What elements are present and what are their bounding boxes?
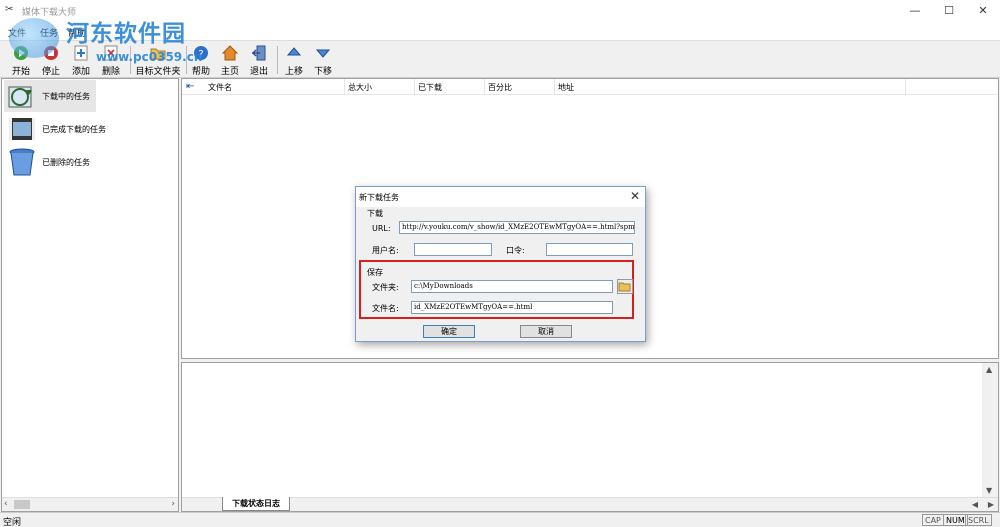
url-label: URL: xyxy=(372,224,391,233)
delete-label: 删除 xyxy=(101,67,120,77)
minimize-button[interactable]: — xyxy=(898,0,932,21)
up-arrow-icon xyxy=(286,47,302,56)
log-vertical-scrollbar[interactable]: ▲ ▼ xyxy=(982,363,998,497)
new-download-dialog: 新下载任务 ✕ 下载 URL: http://v.youku.com/v_sho… xyxy=(355,186,646,342)
url-field[interactable]: http://v.youku.com/v_show/id_XMzE2OTEwMT… xyxy=(399,221,635,234)
start-label: 开始 xyxy=(11,67,30,77)
column-separator[interactable] xyxy=(905,79,906,94)
downloading-icon xyxy=(8,86,32,108)
window-controls: — ☐ ✕ xyxy=(898,0,1000,21)
sidebar-horizontal-scrollbar[interactable]: ‹ › xyxy=(2,497,178,511)
stop-label: 停止 xyxy=(41,67,60,77)
watermark-url: www.pc0359.cn xyxy=(96,50,203,64)
move-down-label: 下移 xyxy=(313,67,332,77)
scroll-down-icon[interactable]: ▼ xyxy=(986,486,992,495)
download-group-label: 下载 xyxy=(367,209,383,218)
add-label: 添加 xyxy=(71,67,90,77)
scroll-left-icon[interactable]: ‹ xyxy=(4,499,8,509)
sidebar-item-downloading[interactable]: 下载中的任务 xyxy=(4,80,96,112)
exit-label: 退出 xyxy=(249,67,268,77)
save-group-label: 保存 xyxy=(367,268,383,277)
add-button[interactable]: 添加 xyxy=(68,44,94,77)
scroll-up-icon[interactable]: ▲ xyxy=(986,365,992,374)
home-button[interactable]: 主页 xyxy=(218,44,242,77)
log-horizontal-scrollbar[interactable]: ◀ ▶ xyxy=(182,497,998,511)
folder-field[interactable]: c:\MyDownloads xyxy=(411,280,613,293)
down-arrow-icon xyxy=(315,49,331,58)
list-header: ⇤ 文件名 总大小 已下载 百分比 地址 xyxy=(182,79,998,95)
filename-field[interactable]: id_XMzE2OTEwMTgyOA==.html xyxy=(411,301,613,314)
scroll-right-icon[interactable]: › xyxy=(171,499,175,509)
dialog-close-button[interactable]: ✕ xyxy=(630,189,640,203)
dialog-title: 新下载任务 xyxy=(359,193,399,202)
folder-label: 文件夹: xyxy=(372,283,399,292)
app-icon: ✂ xyxy=(5,4,14,15)
move-down-button[interactable]: 下移 xyxy=(311,44,335,77)
dialog-title-bar: 新下载任务 ✕ xyxy=(356,187,645,207)
browse-folder-button[interactable] xyxy=(617,279,633,294)
column-separator[interactable] xyxy=(414,79,415,94)
exit-button[interactable]: 退出 xyxy=(247,44,271,77)
move-up-button[interactable]: 上移 xyxy=(282,44,306,77)
close-button[interactable]: ✕ xyxy=(966,0,1000,21)
toolbar-separator xyxy=(277,46,278,74)
column-address[interactable]: 地址 xyxy=(558,82,574,93)
sidebar-item-deleted[interactable]: 已删除的任务 xyxy=(4,146,96,178)
home-label: 主页 xyxy=(220,67,239,77)
watermark-text: 河东软件园 xyxy=(66,21,186,47)
scroll-lock-indicator: SCRL xyxy=(965,514,992,526)
film-icon xyxy=(9,118,35,140)
username-field[interactable] xyxy=(414,243,492,256)
home-icon xyxy=(221,45,239,61)
help-label: 帮助 xyxy=(191,67,210,77)
task-category-pane: 下载中的任务 已完成下载的任务 已删除的任务 ‹ › xyxy=(1,78,179,512)
target-folder-label: 目标文件夹 xyxy=(135,67,181,77)
sidebar-item-label: 下载中的任务 xyxy=(42,92,90,101)
tab-download-log[interactable]: 下载状态日志 xyxy=(222,497,290,511)
move-up-label: 上移 xyxy=(284,67,303,77)
caps-indicator: CAP xyxy=(922,514,944,526)
scroll-left-icon[interactable]: ◀ xyxy=(972,500,978,509)
sidebar-item-completed[interactable]: 已完成下载的任务 xyxy=(4,113,106,145)
trash-icon xyxy=(9,148,35,176)
sidebar-item-label: 已删除的任务 xyxy=(42,158,90,167)
sidebar-item-label: 已完成下载的任务 xyxy=(42,125,106,134)
column-separator[interactable] xyxy=(484,79,485,94)
column-separator[interactable] xyxy=(344,79,345,94)
status-bar: 空闲 CAP NUM SCRL xyxy=(0,512,1000,527)
password-field[interactable] xyxy=(546,243,633,256)
maximize-button[interactable]: ☐ xyxy=(932,0,966,21)
open-folder-icon xyxy=(618,282,631,292)
ok-button[interactable]: 确定 xyxy=(423,325,475,338)
column-separator[interactable] xyxy=(554,79,555,94)
download-log-pane: ▲ ▼ ◀ ▶ 下载状态日志 xyxy=(181,362,999,512)
watermark-logo xyxy=(9,18,59,58)
column-filename[interactable]: 文件名 xyxy=(208,82,232,93)
column-total-size[interactable]: 总大小 xyxy=(348,82,372,93)
pin-icon: ⇤ xyxy=(186,81,195,92)
scroll-right-icon[interactable]: ▶ xyxy=(988,500,994,509)
cancel-button[interactable]: 取消 xyxy=(520,325,572,338)
status-text: 空闲 xyxy=(3,518,22,527)
scroll-thumb[interactable] xyxy=(14,500,30,509)
column-percent[interactable]: 百分比 xyxy=(488,82,512,93)
exit-icon xyxy=(251,45,266,61)
username-label: 用户名: xyxy=(372,246,399,255)
filename-label: 文件名: xyxy=(372,304,399,313)
column-downloaded[interactable]: 已下载 xyxy=(418,82,442,93)
password-label: 口令: xyxy=(506,246,525,255)
